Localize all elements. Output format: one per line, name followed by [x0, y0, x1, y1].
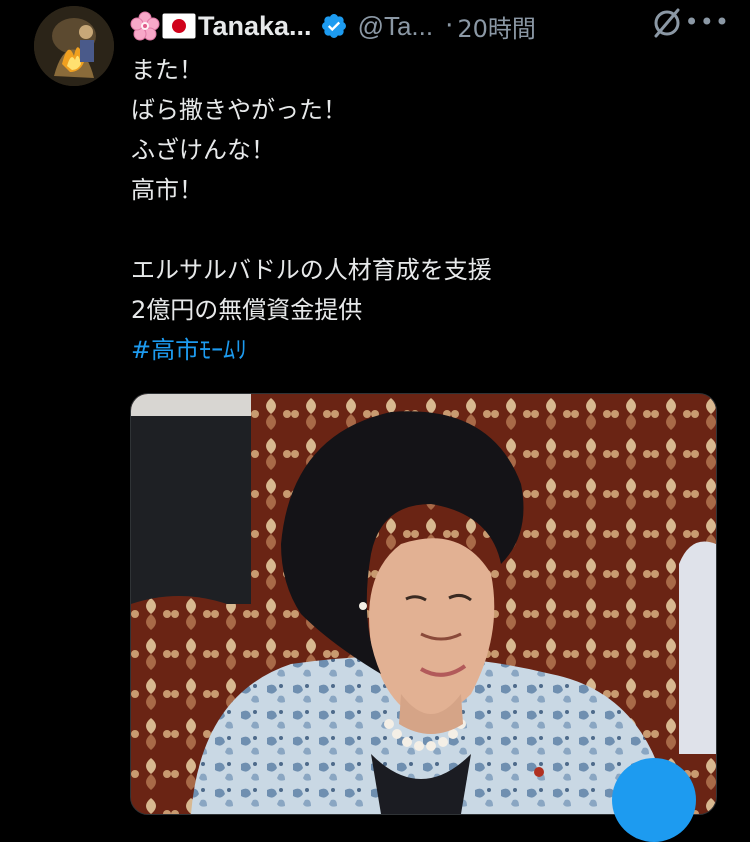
avatar[interactable] — [34, 6, 114, 86]
user-handle[interactable]: @Ta... — [358, 11, 434, 42]
grok-icon[interactable] — [650, 6, 684, 44]
tweet-media-photo[interactable] — [130, 393, 717, 815]
tweet-line: ばら撒きやがった！ — [131, 96, 347, 124]
verified-badge-icon[interactable] — [320, 12, 348, 40]
hashtag-link[interactable]: #高市ﾓｰﾑﾘ — [131, 330, 492, 370]
name-emoji-badges — [130, 11, 196, 41]
tweet-line — [131, 210, 492, 250]
compose-fab-button[interactable] — [612, 758, 696, 842]
cherry-blossom-icon — [130, 11, 160, 41]
tweet-line: エルサルバドルの人材育成を支援 — [131, 256, 492, 284]
japan-flag-icon — [162, 13, 196, 39]
tweet-header: Tanaka... @Ta... · 20時間 — [130, 6, 740, 46]
display-name[interactable]: Tanaka... — [198, 11, 312, 42]
tweet-line: また！ — [131, 56, 203, 84]
tweet-line: 2億円の無償資金提供 — [131, 296, 363, 324]
more-options-icon[interactable]: ••• — [685, 8, 730, 36]
tweet-text: また！ ばら撒きやがった！ ふざけんな！ 高市！ エルサルバドルの人材育成を支援… — [131, 50, 492, 370]
timestamp[interactable]: 20時間 — [457, 9, 536, 44]
tweet-line: 高市！ — [131, 176, 203, 204]
tweet-line: ふざけんな！ — [131, 136, 275, 164]
separator-dot: · — [445, 11, 454, 41]
